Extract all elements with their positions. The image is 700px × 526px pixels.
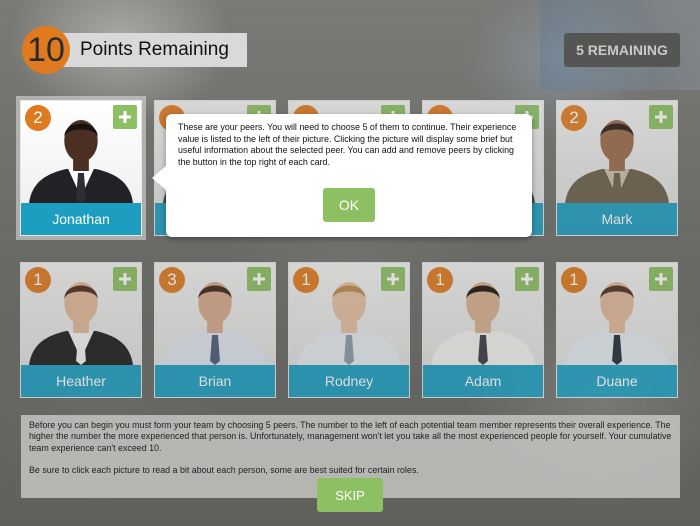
experience-badge: 1 xyxy=(427,267,453,293)
remaining-button[interactable]: 5 REMAINING xyxy=(564,33,680,67)
ok-button[interactable]: OK xyxy=(323,188,375,222)
peer-name: Duane xyxy=(557,365,677,397)
experience-badge: 1 xyxy=(561,267,587,293)
peer-card[interactable]: 1 Heather xyxy=(20,262,142,398)
popup-text: These are your peers. You will need to c… xyxy=(178,122,517,167)
add-peer-button[interactable] xyxy=(113,267,137,291)
plus-icon xyxy=(655,111,667,123)
plus-icon xyxy=(253,273,265,285)
points-value: 10 xyxy=(22,26,70,74)
info-paragraph: Be sure to click each picture to read a … xyxy=(29,465,419,476)
experience-badge: 2 xyxy=(561,105,587,131)
add-peer-button[interactable] xyxy=(381,267,405,291)
points-label: Points Remaining xyxy=(62,33,247,67)
peer-name: Heather xyxy=(21,365,141,397)
plus-icon xyxy=(119,273,131,285)
peer-name: Brian xyxy=(155,365,275,397)
peer-card[interactable]: 2 Jonathan xyxy=(20,100,142,236)
info-paragraph: Before you can begin you must form your … xyxy=(29,420,672,453)
plus-icon xyxy=(119,111,131,123)
instructions-popup: These are your peers. You will need to c… xyxy=(152,114,532,237)
experience-badge: 2 xyxy=(25,105,51,131)
skip-button[interactable]: SKIP xyxy=(317,478,383,512)
peer-card[interactable]: 3 Brian xyxy=(154,262,276,398)
peer-card[interactable]: 1 Rodney xyxy=(288,262,410,398)
experience-badge: 1 xyxy=(25,267,51,293)
add-peer-button[interactable] xyxy=(515,267,539,291)
peer-name: Mark xyxy=(557,203,677,235)
experience-badge: 1 xyxy=(293,267,319,293)
plus-icon xyxy=(387,273,399,285)
plus-icon xyxy=(521,273,533,285)
peer-card[interactable]: 1 Duane xyxy=(556,262,678,398)
add-peer-button[interactable] xyxy=(649,105,673,129)
experience-badge: 3 xyxy=(159,267,185,293)
plus-icon xyxy=(655,273,667,285)
peer-name: Jonathan xyxy=(21,203,141,235)
peer-name: Rodney xyxy=(289,365,409,397)
peer-name: Adam xyxy=(423,365,543,397)
peer-card[interactable]: 1 Adam xyxy=(422,262,544,398)
peer-card[interactable]: 2 Mark xyxy=(556,100,678,236)
add-peer-button[interactable] xyxy=(113,105,137,129)
add-peer-button[interactable] xyxy=(649,267,673,291)
points-remaining: 10 Points Remaining xyxy=(22,26,247,74)
add-peer-button[interactable] xyxy=(247,267,271,291)
